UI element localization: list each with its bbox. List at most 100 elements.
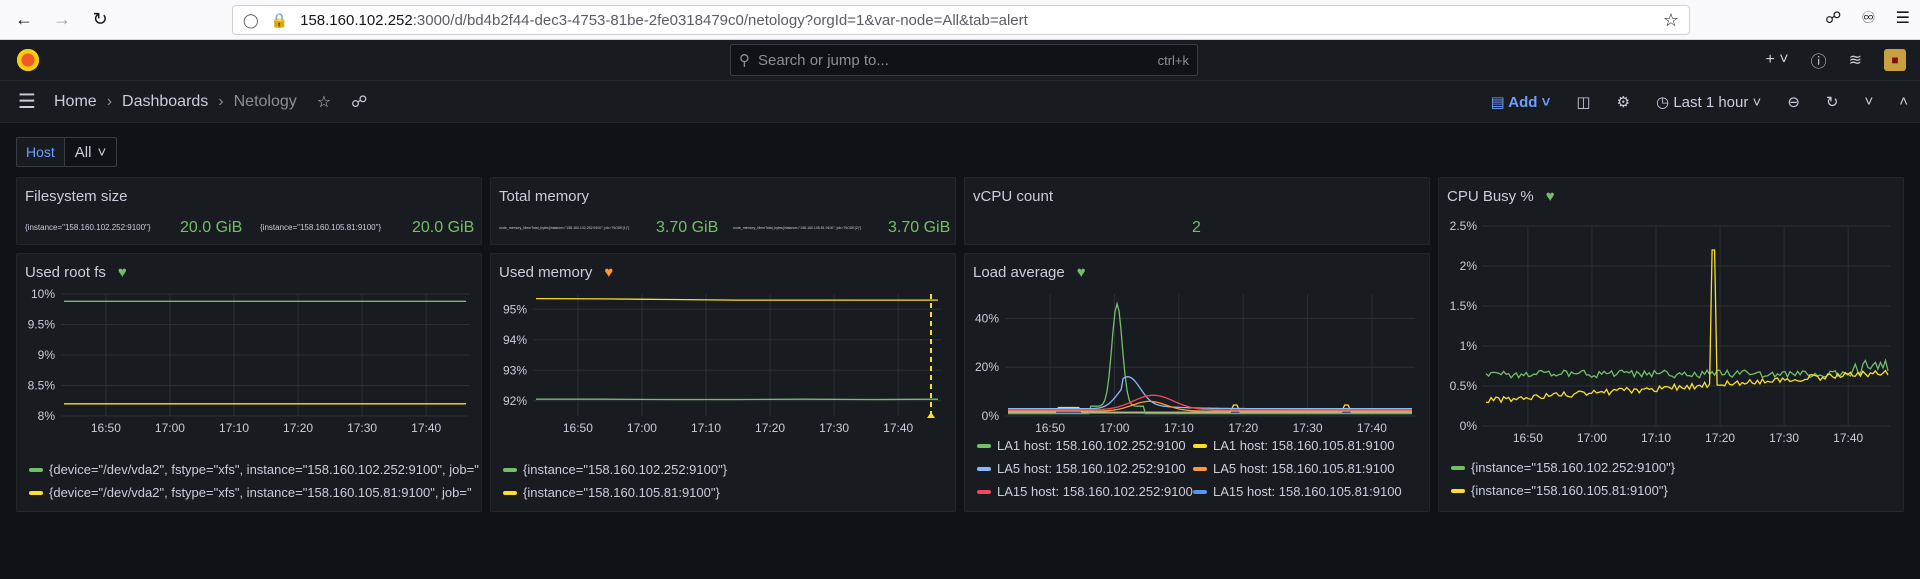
variable-host-select[interactable]: All ˅ (64, 137, 118, 167)
x-tick-label: 16:50 (563, 421, 593, 435)
legend-item[interactable]: {instance="158.160.105.81:9100"} (503, 485, 720, 500)
load-average-chart: 40% 20% 0% 16:50 17:00 17:10 17:20 17:30 17:40 (975, 294, 1415, 435)
breadcrumb-current: Netology (233, 92, 297, 110)
y-tick-label: 94% (503, 333, 527, 347)
stat-value: 3.70 GiB (888, 219, 951, 236)
x-tick-label: 16:50 (1513, 431, 1543, 445)
alert-ok-heart-icon[interactable]: ♥ (118, 264, 127, 281)
legend-item[interactable]: {device="/dev/vda2", fstype="xfs", insta… (29, 485, 479, 500)
url-path: :3000/d/bd4b2f44-dec3-4753-81be-2fe03184… (412, 11, 1028, 29)
refresh-icon[interactable]: ↻ (1826, 93, 1839, 111)
panel-title-wrap: Load average ♥ (973, 264, 1086, 281)
back-icon[interactable]: ← (10, 6, 38, 34)
alert-ok-heart-icon[interactable]: ♥ (1077, 264, 1086, 281)
help-icon[interactable]: ⓘ (1811, 48, 1827, 72)
url-bar[interactable]: ◯ 🔒 158.160.102.252:3000/d/bd4b2f44-dec3… (232, 5, 1690, 35)
x-tick-label: 17:20 (1228, 421, 1258, 435)
legend-item[interactable]: {instance="158.160.102.252:9100"} (1451, 460, 1675, 475)
stat-label: node_memory_MemTotal_bytes{instance="158… (733, 226, 862, 230)
pocket-icon[interactable]: ☍ (1825, 8, 1841, 28)
time-range-picker[interactable]: ◷ Last 1 hour ˅ (1656, 93, 1761, 111)
search-placeholder: Search or jump to... (758, 51, 889, 69)
x-tick-label: 17:00 (1577, 431, 1607, 445)
panel-add-icon: ▤ (1490, 93, 1509, 111)
legend-swatch (503, 467, 517, 472)
x-tick-label: 17:30 (1769, 431, 1799, 445)
y-tick-label: 20% (975, 360, 999, 374)
dashboard-variables: Host All ˅ (16, 137, 118, 167)
legend-item[interactable]: LA5 host: 158.160.105.81:9100 (1193, 461, 1394, 476)
chevron-right-icon: › (106, 92, 113, 110)
variable-label: Host (16, 137, 65, 167)
panel-used-root-fs[interactable]: Used root fs ♥ 10% 9.5% 9% 8.5% 8% 16:50 17:00… (16, 253, 482, 512)
reload-icon[interactable]: ↻ (86, 6, 114, 34)
legend-item[interactable]: LA15 host: 158.160.102.252:9100 (977, 484, 1193, 499)
extensions-icon[interactable]: ♾ (1861, 8, 1875, 28)
alert-ok-heart-icon[interactable]: ♥ (1546, 188, 1555, 205)
series-line (535, 297, 938, 301)
x-tick-label: 17:20 (1705, 431, 1735, 445)
new-plus-icon[interactable]: + ˅ (1765, 51, 1788, 69)
panel-load-average[interactable]: Load average ♥ 40% 20% 0% 16:50 17:00 17:10 17… (964, 253, 1430, 512)
legend-swatch (1451, 465, 1465, 470)
news-feed-icon[interactable]: ≋ (1849, 50, 1862, 70)
legend-item[interactable]: {instance="158.160.102.252:9100"} (503, 462, 727, 477)
zoom-out-icon[interactable]: ⊖ (1787, 93, 1800, 111)
series-line (1008, 376, 1412, 410)
insecure-lock-icon[interactable]: 🔒 (271, 12, 288, 29)
legend-item[interactable]: LA15 host: 158.160.105.81:9100 (1193, 484, 1402, 499)
settings-gear-icon[interactable]: ⚙ (1617, 93, 1630, 111)
legend-item[interactable]: LA1 host: 158.160.102.252:9100 (977, 438, 1186, 453)
x-tick-label: 17:30 (1293, 421, 1323, 435)
panel-used-memory[interactable]: Used memory ♥ 95% 94% 93% 92% 16:50 17:00 17:1… (490, 253, 956, 512)
legend-item[interactable]: {device="/dev/vda2", fstype="xfs", insta… (29, 462, 479, 477)
x-tick-label: 17:30 (819, 421, 849, 435)
shield-icon[interactable]: ◯ (243, 12, 259, 29)
y-tick-label: 10% (31, 287, 55, 301)
stat-value: 2 (1192, 219, 1201, 236)
bookmark-star-icon[interactable]: ☆ (1663, 10, 1679, 31)
y-tick-label: 1% (1460, 339, 1478, 353)
stat-value: 3.70 GiB (656, 219, 719, 236)
panel-cpu-busy[interactable]: CPU Busy % ♥ 2.5% 2% 1.5% 1% 0.5% 0% 16:50 17:0… (1438, 177, 1904, 512)
legend-item[interactable]: LA1 host: 158.160.105.81:9100 (1193, 438, 1394, 453)
x-tick-label: 17:10 (691, 421, 721, 435)
breadcrumb-dashboards[interactable]: Dashboards (122, 93, 208, 111)
forward-icon[interactable]: → (48, 6, 76, 34)
alert-pending-heart-icon[interactable]: ♥ (604, 264, 613, 281)
x-tick-label: 17:20 (283, 421, 313, 435)
x-tick-label: 17:20 (755, 421, 785, 435)
y-tick-label: 0% (1460, 419, 1478, 433)
used-root-fs-chart: 10% 9.5% 9% 8.5% 8% 16:50 17:00 17:10 17:20 17:30… (28, 287, 469, 435)
x-tick-label: 17:40 (1357, 421, 1387, 435)
y-tick-label: 92% (503, 394, 527, 408)
breadcrumb-home[interactable]: Home (54, 93, 97, 111)
avatar[interactable]: ■ (1884, 49, 1906, 71)
y-tick-label: 9% (38, 348, 56, 362)
y-tick-label: 2.5% (1450, 219, 1478, 233)
collapse-chevron-up-icon[interactable]: ˄ (1899, 93, 1908, 110)
menu-toggle-icon[interactable]: ☰ (18, 89, 38, 114)
legend-swatch (1451, 488, 1465, 493)
y-tick-label: 8% (38, 409, 56, 423)
star-icon[interactable]: ☆ (317, 92, 331, 112)
panel-vcpu-count[interactable]: vCPU count 2 (964, 177, 1430, 245)
save-icon[interactable]: ◫ (1576, 93, 1590, 111)
add-button[interactable]: ▤ Add ˅ (1491, 93, 1551, 111)
grafana-logo-icon[interactable] (15, 47, 41, 73)
x-tick-label: 17:00 (155, 421, 185, 435)
share-icon[interactable]: ☍ (351, 92, 367, 112)
x-tick-label: 17:10 (1641, 431, 1671, 445)
x-tick-label: 17:10 (219, 421, 249, 435)
panel-total-memory[interactable]: Total memory node_memory_MemTotal_bytes{… (490, 177, 956, 245)
chevron-down-icon: ˅ (97, 143, 107, 161)
breadcrumb: ☰ Home › Dashboards › Netology ☆ ☍ ▤ Add… (0, 81, 1920, 123)
legend-item[interactable]: {instance="158.160.105.81:9100"} (1451, 483, 1668, 498)
panel-filesystem-size[interactable]: Filesystem size {instance="158.160.102.2… (16, 177, 482, 245)
search-input[interactable]: ⚲ Search or jump to... ctrl+k (730, 44, 1198, 76)
menu-icon[interactable]: ☰ (1896, 8, 1910, 28)
x-tick-label: 17:40 (883, 421, 913, 435)
stat-value: 20.0 GiB (180, 219, 243, 236)
legend-item[interactable]: LA5 host: 158.160.102.252:9100 (977, 461, 1186, 476)
refresh-interval-chevron-icon[interactable]: ˅ (1864, 93, 1873, 110)
